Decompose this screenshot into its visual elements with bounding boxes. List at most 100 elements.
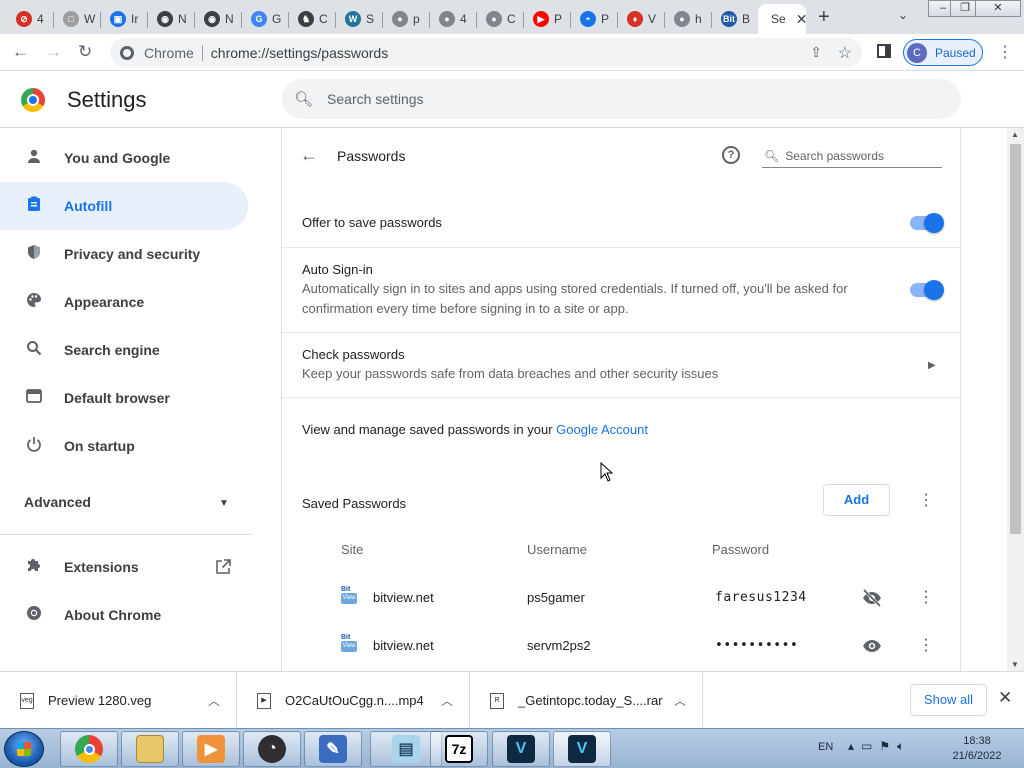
search-settings-field[interactable]: 🔍︎ Search settings — [282, 79, 961, 119]
sidebar-advanced[interactable]: Advanced — [24, 494, 91, 510]
tab-favicon-icon: W — [345, 11, 361, 27]
side-panel-icon[interactable] — [877, 44, 891, 58]
browser-tab[interactable]: ● C — [478, 4, 524, 34]
search-passwords-field[interactable]: 🔍︎ Search passwords — [762, 144, 942, 168]
tab-title: G — [272, 12, 282, 26]
tab-favicon-icon: □ — [63, 11, 79, 27]
download-item[interactable]: ▶ O2CaUtOuCgg.n....mp4 ︿ — [237, 672, 470, 729]
scroll-down-icon[interactable]: ▼ — [1011, 660, 1019, 669]
download-item[interactable]: R _Getintopc.today_S....rar ︿ — [470, 672, 703, 729]
auto-signin-description: Automatically sign in to sites and apps … — [302, 281, 848, 316]
settings-header: Settings 🔍︎ Search settings — [0, 71, 1024, 128]
chevron-up-icon[interactable]: ︿ — [674, 692, 686, 709]
browser-tab[interactable]: ♦ V — [619, 4, 665, 34]
tab-favicon-icon: ● — [674, 11, 690, 27]
chevron-up-icon[interactable]: ︿ — [208, 692, 220, 709]
browser-tab[interactable]: ⊘ 4 — [8, 4, 54, 34]
scroll-up-icon[interactable]: ▲ — [1011, 130, 1019, 139]
browser-tab[interactable]: ▶ P — [525, 4, 571, 34]
password-row-menu-icon[interactable]: ⋮ — [918, 635, 934, 655]
taskbar-vegas-2[interactable]: V — [553, 731, 611, 767]
browser-tab[interactable]: Bit B — [713, 4, 759, 34]
browser-tab[interactable]: ◓ P — [572, 4, 618, 34]
back-arrow-icon[interactable]: ← — [300, 145, 318, 166]
taskbar-chrome[interactable] — [60, 731, 118, 767]
passwords-title: Passwords — [337, 148, 406, 164]
hide-password-icon[interactable] — [862, 588, 882, 608]
download-filename: Preview 1280.veg — [48, 693, 152, 708]
sidebar-item-privacy[interactable]: Privacy and security — [0, 230, 248, 278]
tab-favicon-icon: ▶ — [533, 11, 549, 27]
language-indicator[interactable]: EN — [818, 741, 833, 753]
browser-tab[interactable]: ● p — [384, 4, 430, 34]
close-download-shelf-icon[interactable]: ✕ — [998, 688, 1012, 708]
browser-tab[interactable]: WS — [337, 4, 383, 34]
browser-tab[interactable]: ♞ C — [290, 4, 336, 34]
url-text[interactable]: chrome://settings/passwords — [211, 45, 388, 61]
chrome-app-icon — [75, 735, 103, 763]
taskbar-explorer[interactable] — [121, 731, 179, 767]
tab-title: 4 — [460, 12, 467, 26]
taskbar-paint[interactable]: ✎ — [304, 731, 362, 767]
taskbar-obs[interactable]: ◔ — [243, 731, 301, 767]
auto-signin-label: Auto Sign-in — [302, 262, 373, 277]
browser-tab[interactable]: □ W — [55, 4, 101, 34]
add-password-button[interactable]: Add — [823, 484, 890, 516]
browser-tab[interactable]: ● 4 — [431, 4, 477, 34]
back-icon[interactable]: ← — [12, 42, 29, 62]
password-site[interactable]: bitview.net — [373, 638, 434, 653]
taskbar-7zip[interactable]: 7z — [430, 731, 488, 767]
show-all-downloads-button[interactable]: Show all — [910, 684, 987, 716]
caret-down-icon[interactable]: ▼ — [219, 498, 229, 509]
shield-icon — [24, 244, 44, 265]
sidebar-item-autofill[interactable]: Autofill — [0, 182, 248, 230]
sidebar-item-on-startup[interactable]: On startup — [0, 422, 248, 470]
sidebar-item-appearance[interactable]: Appearance — [0, 278, 248, 326]
show-password-icon[interactable] — [862, 636, 882, 656]
column-header-site: Site — [341, 542, 364, 557]
chevron-up-icon[interactable]: ︿ — [441, 692, 453, 709]
sidebar-item-you-and-google[interactable]: You and Google — [0, 134, 248, 182]
download-item[interactable]: veg Preview 1280.veg ︿ — [0, 672, 237, 729]
saved-passwords-menu-icon[interactable]: ⋮ — [918, 490, 934, 510]
reload-icon[interactable]: ↻ — [78, 42, 92, 62]
mouse-cursor-icon — [600, 462, 614, 482]
scrollbar-thumb[interactable] — [1010, 144, 1021, 534]
help-icon[interactable]: ? — [722, 146, 740, 164]
profile-button[interactable]: C Paused — [903, 39, 983, 66]
password-site[interactable]: bitview.net — [373, 590, 434, 605]
sidebar-item-search-engine[interactable]: Search engine — [0, 326, 248, 374]
auto-signin-toggle[interactable] — [910, 280, 944, 300]
google-account-link[interactable]: Google Account — [556, 422, 648, 437]
browser-tab[interactable]: ● h — [666, 4, 712, 34]
start-button[interactable] — [4, 731, 44, 767]
new-tab-button[interactable]: + — [818, 6, 830, 29]
browser-tab[interactable]: GG — [243, 4, 289, 34]
taskbar-clock[interactable]: 18:38 21/6/2022 — [942, 734, 1012, 764]
taskbar-vegas-1[interactable]: V — [492, 731, 550, 767]
bookmark-star-icon[interactable]: ☆ — [838, 43, 852, 63]
sidebar-item-default-browser[interactable]: Default browser — [0, 374, 248, 422]
browser-tab[interactable]: ▣ Ir — [102, 4, 148, 34]
window-close-button[interactable]: ✕ — [975, 0, 1021, 17]
page-scrollbar[interactable]: ▲ ▼ — [1007, 128, 1024, 671]
tab-title: h — [695, 12, 702, 26]
tab-search-icon[interactable]: ⌄ — [898, 8, 908, 22]
offer-save-toggle[interactable] — [910, 213, 944, 233]
chrome-menu-icon[interactable]: ⋮ — [997, 42, 1013, 62]
tab-title: S — [366, 12, 375, 26]
share-icon[interactable]: ⇪ — [810, 44, 822, 61]
browser-tab[interactable]: ◉ N — [149, 4, 195, 34]
browser-tab[interactable]: Se ✕ — [758, 4, 808, 34]
tab-favicon-icon: ● — [486, 11, 502, 27]
browser-tab[interactable]: ◉ N — [196, 4, 242, 34]
open-in-new-icon[interactable] — [215, 559, 231, 575]
sidebar-item-about-chrome[interactable]: About Chrome — [0, 591, 248, 639]
close-tab-icon[interactable]: ✕ — [796, 11, 808, 28]
address-bar[interactable]: Chrome chrome://settings/passwords ⇪ ☆ — [110, 38, 862, 67]
system-tray-icons[interactable]: ▴▭⚑🔈︎ — [848, 739, 911, 754]
password-row-menu-icon[interactable]: ⋮ — [918, 587, 934, 607]
forward-icon[interactable]: → — [45, 42, 62, 62]
taskbar-media-player[interactable]: ▶ — [182, 731, 240, 767]
sidebar-item-extensions[interactable]: Extensions — [0, 543, 248, 591]
